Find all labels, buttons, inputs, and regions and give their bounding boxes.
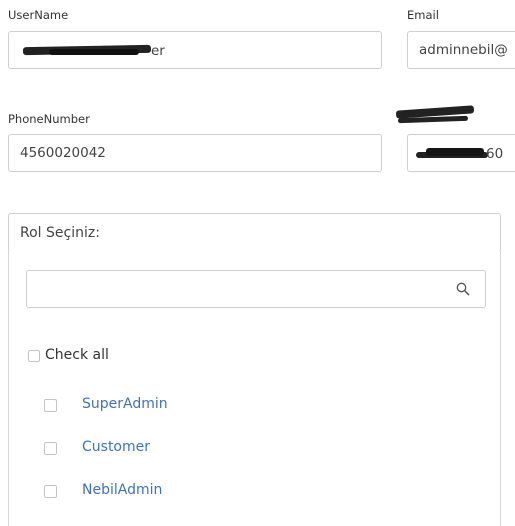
email-field[interactable]: adminnebil@ xyxy=(407,31,515,69)
username-value-suffix: er xyxy=(151,43,165,59)
check-all-checkbox[interactable] xyxy=(28,350,40,362)
phone-label: PhoneNumber xyxy=(8,112,90,126)
redaction-mark xyxy=(426,148,484,156)
role-select-placeholder: Rol Seçiniz: xyxy=(20,224,100,241)
redacted-value-suffix: 60 xyxy=(486,146,504,162)
role-select[interactable]: Rol Seçiniz: xyxy=(8,213,501,252)
redaction-mark xyxy=(397,115,469,124)
email-label: Email xyxy=(407,8,439,22)
email-value: adminnebil@ xyxy=(419,42,508,58)
username-field[interactable]: er xyxy=(8,31,382,69)
role-option-nebiladmin[interactable]: NebilAdmin xyxy=(82,482,162,498)
check-all-label[interactable]: Check all xyxy=(45,347,109,363)
redacted-field[interactable]: 60 xyxy=(407,134,515,172)
role-option-customer[interactable]: Customer xyxy=(82,439,150,455)
role-search-input[interactable] xyxy=(26,270,486,308)
username-label: UserName xyxy=(8,8,69,22)
phone-field[interactable]: 4560020042 xyxy=(8,134,382,172)
role-option-checkbox-superadmin[interactable] xyxy=(44,399,57,412)
phone-value: 4560020042 xyxy=(20,145,106,161)
search-icon xyxy=(456,282,470,296)
role-option-checkbox-customer[interactable] xyxy=(44,442,57,455)
redaction-mark xyxy=(49,49,139,55)
role-option-checkbox-nebiladmin[interactable] xyxy=(44,485,57,498)
role-option-superadmin[interactable]: SuperAdmin xyxy=(82,396,168,412)
